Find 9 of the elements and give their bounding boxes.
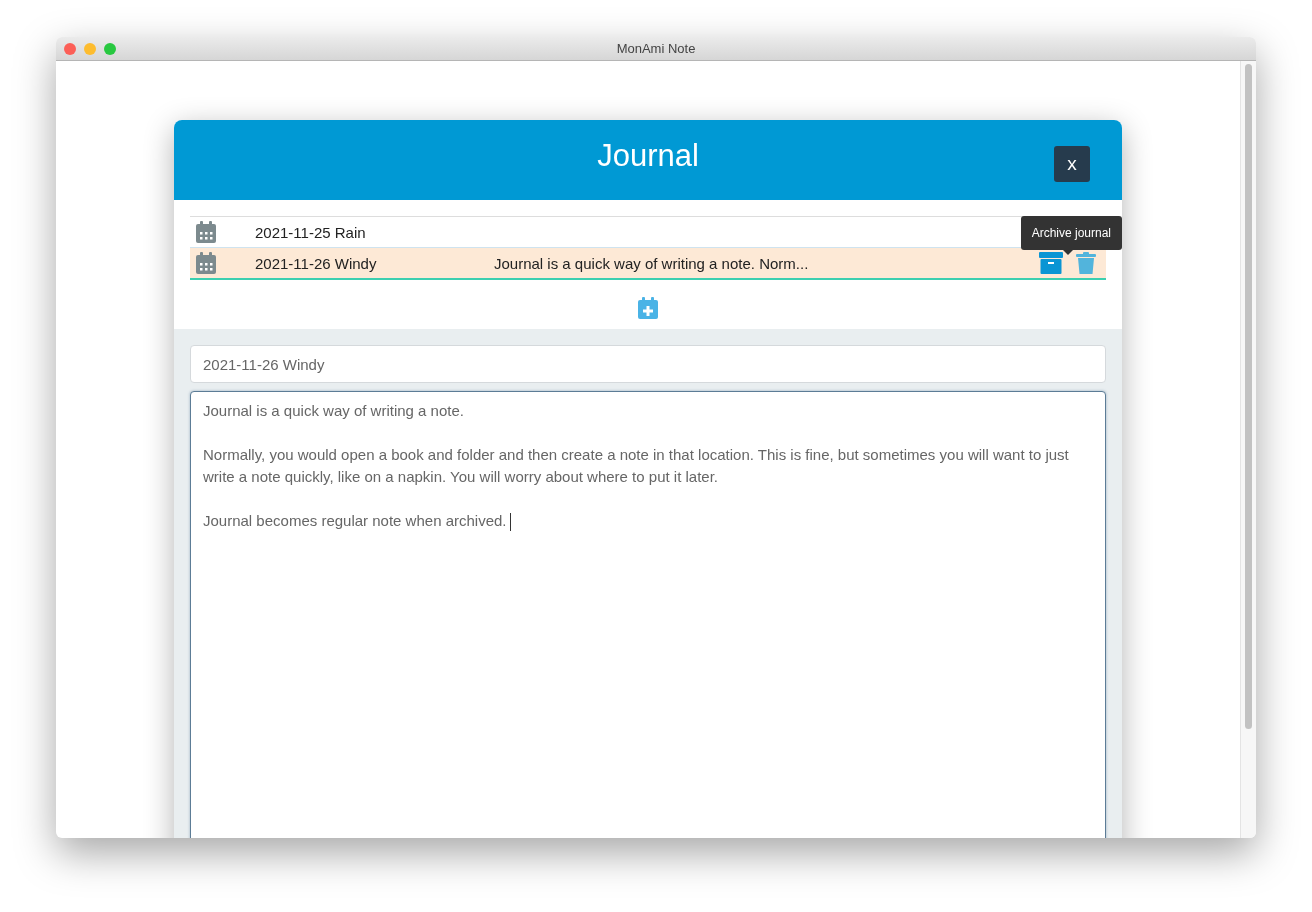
tooltip: Archive journal — [1020, 216, 1122, 250]
note-paragraph: Journal is a quick way of writing a note. — [203, 402, 464, 419]
journal-preview: Journal is a quick way of writing a note. Norm... — [494, 254, 809, 272]
note-paragraph: Normally, you would open a book and folder and then create a note in that location. This is fine, but sometimes you will want to just write a note quickly, like on a napkin. You will worry about where to put it later. — [203, 446, 1069, 485]
note-paragraph: Journal becomes regular note when archived. — [203, 512, 507, 529]
dialog-title: Journal — [597, 138, 699, 174]
journal-title: 2021-11-25 Rain — [255, 223, 367, 241]
journal-title: 2021-11-26 Windy — [255, 254, 378, 272]
window-title: MonAmi Note — [616, 41, 696, 56]
